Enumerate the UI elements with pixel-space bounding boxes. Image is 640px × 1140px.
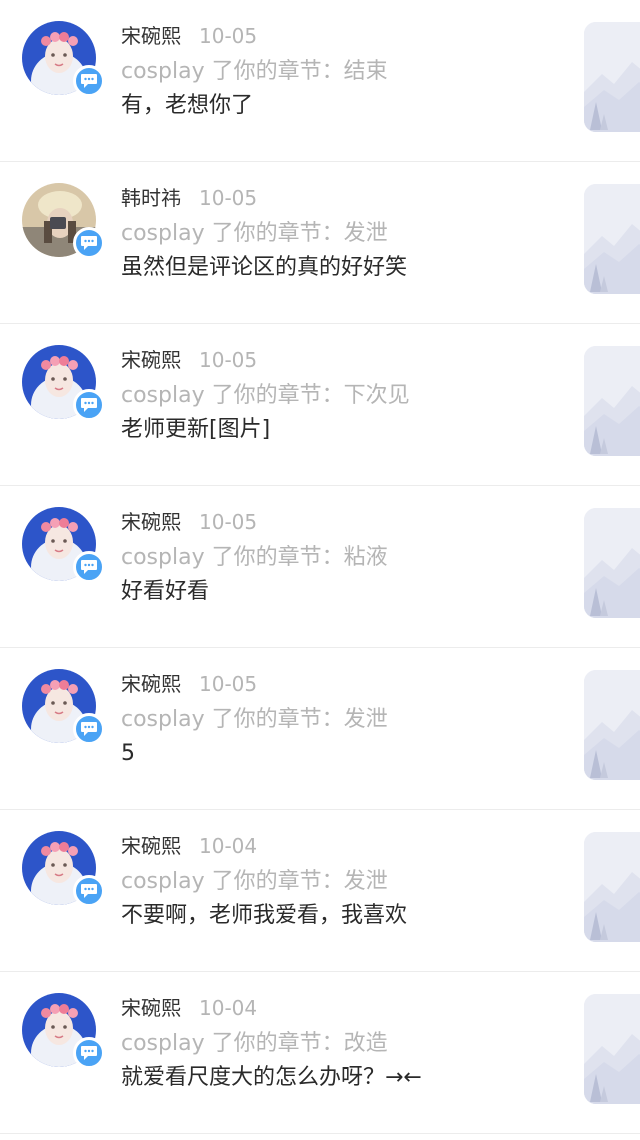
action-prefix: cosplay 了你的章节： [121, 221, 344, 246]
timestamp: 10-05 [199, 672, 258, 696]
action-prefix: cosplay 了你的章节： [121, 1031, 344, 1056]
action-prefix: cosplay 了你的章节： [121, 383, 344, 408]
avatar-container[interactable] [22, 669, 105, 745]
user-name[interactable]: 宋碗熙 [121, 348, 181, 372]
comment-bubble-icon [73, 713, 105, 745]
avatar-container[interactable] [22, 183, 105, 259]
action-prefix: cosplay 了你的章节： [121, 869, 344, 894]
timestamp: 10-05 [199, 510, 258, 534]
comment-bubble-icon [73, 227, 105, 259]
placeholder-landscape-icon[interactable] [584, 508, 640, 618]
comment-bubble-icon [73, 875, 105, 907]
action-text: cosplay 了你的章节：结束 [121, 57, 388, 87]
name-line: 宋碗熙 10-05 [121, 346, 257, 374]
notification-row[interactable]: 宋碗熙 10-05 cosplay 了你的章节：粘液 好看好看 [0, 486, 640, 648]
notification-row[interactable]: 宋碗熙 10-04 cosplay 了你的章节：改造 就爱看尺度大的怎么办呀？→← [0, 972, 640, 1134]
avatar-container[interactable] [22, 21, 105, 97]
timestamp: 10-04 [199, 996, 258, 1020]
timestamp: 10-05 [199, 24, 258, 48]
name-line: 韩时祎 10-05 [121, 184, 257, 212]
notification-row[interactable]: 宋碗熙 10-05 cosplay 了你的章节：发泄 5 [0, 648, 640, 810]
action-prefix: cosplay 了你的章节： [121, 707, 344, 732]
action-text: cosplay 了你的章节：发泄 [121, 219, 388, 249]
comment-text: 有，老想你了 [121, 93, 254, 118]
name-line: 宋碗熙 10-05 [121, 22, 257, 50]
notification-list: 宋碗熙 10-05 cosplay 了你的章节：结束 有，老想你了 韩时祎 10… [0, 0, 640, 1140]
user-name[interactable]: 宋碗熙 [121, 24, 181, 48]
comment-text: 5 [121, 741, 135, 766]
avatar-container[interactable] [22, 345, 105, 421]
avatar-container[interactable] [22, 507, 105, 583]
notification-row[interactable]: 韩时祎 10-05 cosplay 了你的章节：发泄 虽然但是评论区的真的好好笑 [0, 162, 640, 324]
user-name[interactable]: 宋碗熙 [121, 996, 181, 1020]
comment-bubble-icon [73, 1037, 105, 1069]
placeholder-landscape-icon[interactable] [584, 670, 640, 780]
placeholder-landscape-icon[interactable] [584, 994, 640, 1104]
action-text: cosplay 了你的章节：发泄 [121, 867, 388, 897]
chapter-title: 发泄 [343, 869, 388, 894]
notification-row[interactable]: 宋碗熙 10-05 cosplay 了你的章节：结束 有，老想你了 [0, 0, 640, 162]
user-name[interactable]: 宋碗熙 [121, 834, 181, 858]
chapter-title: 结束 [343, 59, 388, 84]
placeholder-landscape-icon[interactable] [584, 22, 640, 132]
action-prefix: cosplay 了你的章节： [121, 545, 344, 570]
chapter-title: 下次见 [343, 383, 410, 408]
action-text: cosplay 了你的章节：粘液 [121, 543, 388, 573]
action-text: cosplay 了你的章节：改造 [121, 1029, 388, 1059]
user-name[interactable]: 宋碗熙 [121, 510, 181, 534]
comment-text: 虽然但是评论区的真的好好笑 [121, 255, 408, 280]
action-prefix: cosplay 了你的章节： [121, 59, 344, 84]
action-text: cosplay 了你的章节：发泄 [121, 705, 388, 735]
comment-text: 就爱看尺度大的怎么办呀？→← [121, 1065, 422, 1090]
comment-text: 好看好看 [121, 579, 210, 604]
comment-bubble-icon [73, 65, 105, 97]
name-line: 宋碗熙 10-04 [121, 832, 257, 860]
placeholder-landscape-icon[interactable] [584, 832, 640, 942]
avatar-container[interactable] [22, 993, 105, 1069]
user-name[interactable]: 韩时祎 [121, 186, 181, 210]
notification-row[interactable]: 宋碗熙 10-04 cosplay 了你的章节：发泄 不要啊，老师我爱看，我喜欢 [0, 810, 640, 972]
timestamp: 10-05 [199, 186, 258, 210]
timestamp: 10-05 [199, 348, 258, 372]
placeholder-landscape-icon[interactable] [584, 346, 640, 456]
name-line: 宋碗熙 10-05 [121, 508, 257, 536]
chapter-title: 粘液 [343, 545, 388, 570]
placeholder-landscape-icon[interactable] [584, 184, 640, 294]
comment-bubble-icon [73, 389, 105, 421]
chapter-title: 改造 [343, 1031, 388, 1056]
notification-row[interactable]: 宋碗熙 10-05 cosplay 了你的章节：下次见 老师更新[图片] [0, 324, 640, 486]
name-line: 宋碗熙 10-04 [121, 994, 257, 1022]
user-name[interactable]: 宋碗熙 [121, 672, 181, 696]
comment-bubble-icon [73, 551, 105, 583]
action-text: cosplay 了你的章节：下次见 [121, 381, 410, 411]
avatar-container[interactable] [22, 831, 105, 907]
chapter-title: 发泄 [343, 707, 388, 732]
chapter-title: 发泄 [343, 221, 388, 246]
timestamp: 10-04 [199, 834, 258, 858]
comment-text: 老师更新[图片] [121, 417, 271, 442]
comment-text: 不要啊，老师我爱看，我喜欢 [121, 903, 408, 928]
name-line: 宋碗熙 10-05 [121, 670, 257, 698]
